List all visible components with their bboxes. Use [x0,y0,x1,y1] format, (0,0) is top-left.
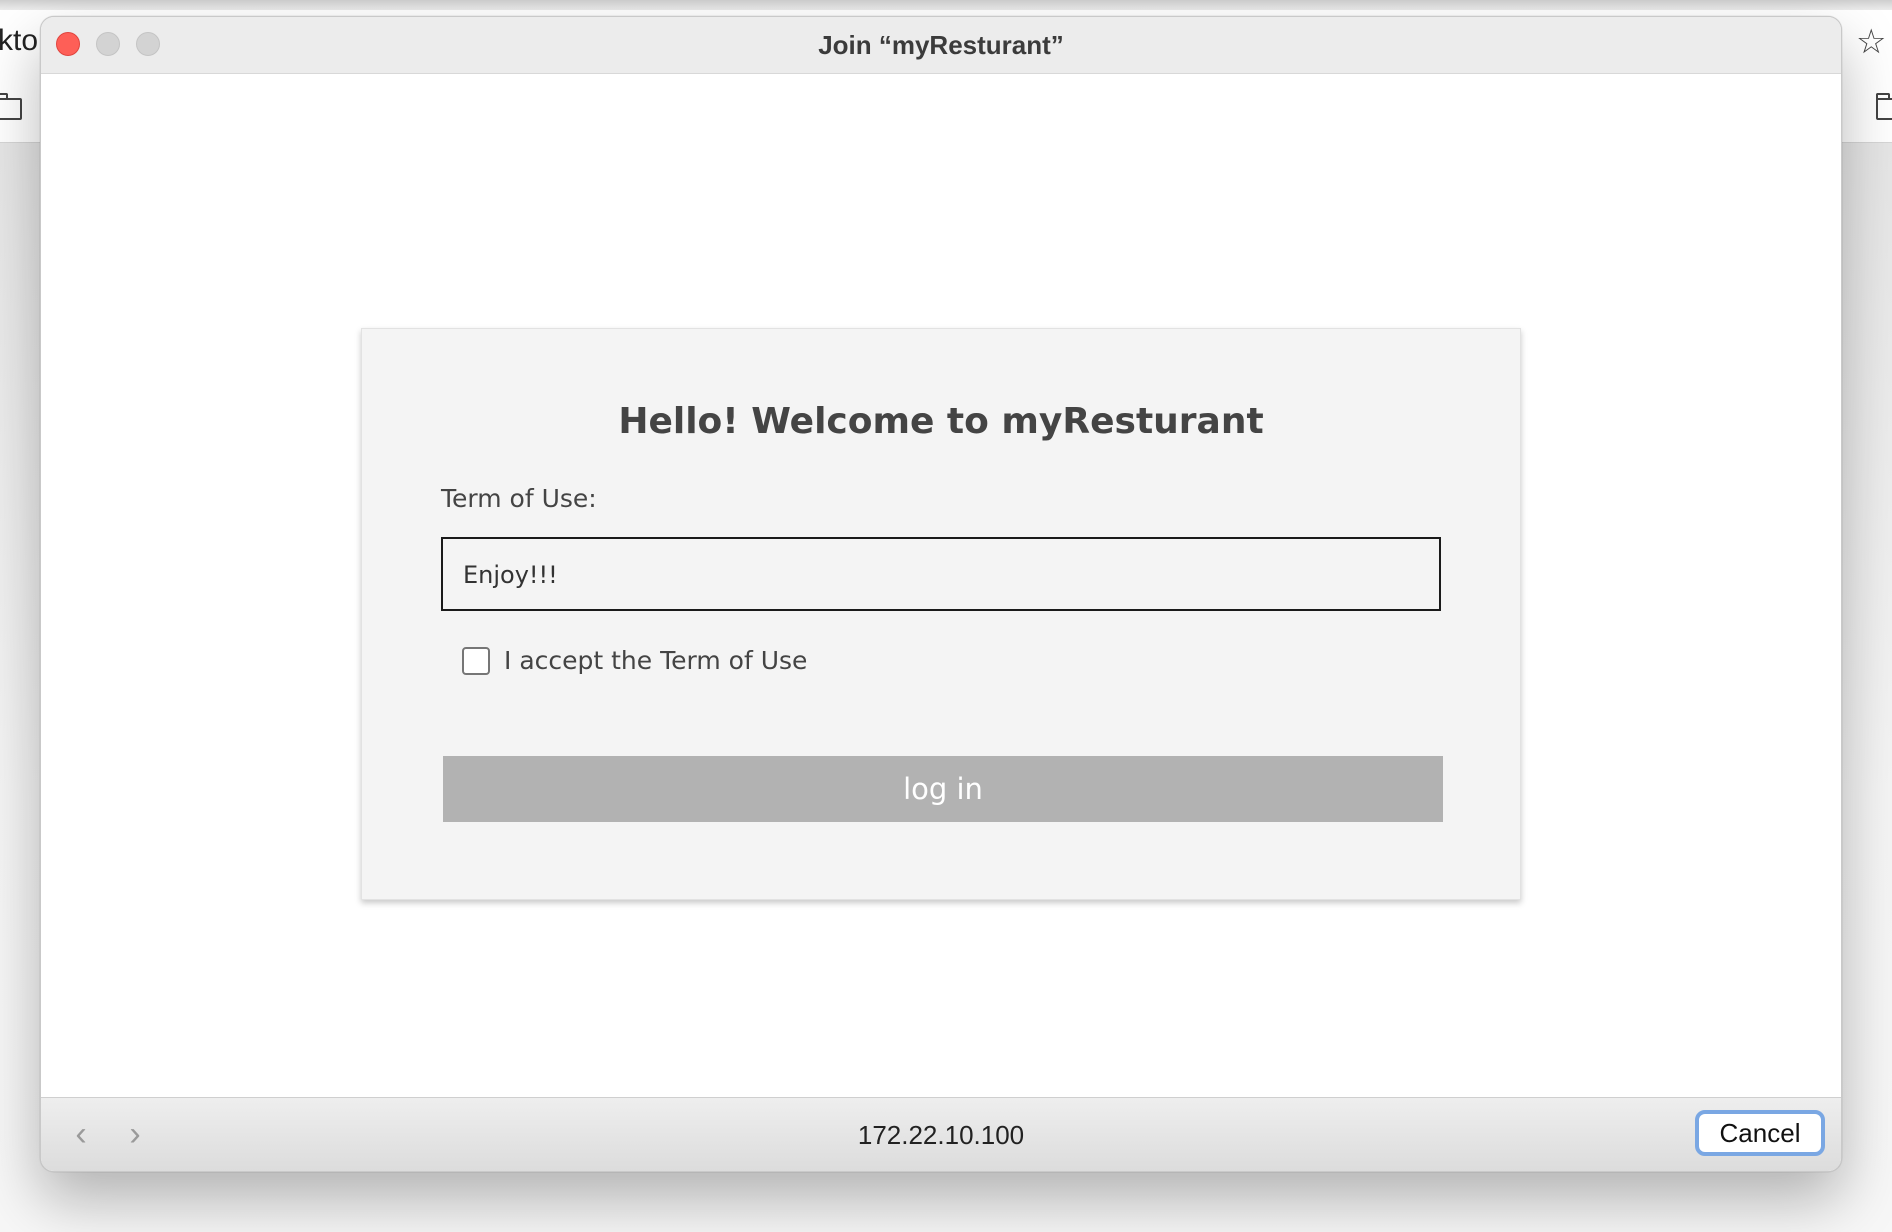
address-label: 172.22.10.100 [857,1120,1025,1150]
login-card: Hello! Welcome to myResturant Term of Us… [361,328,1521,900]
accept-terms-label[interactable]: I accept the Term of Use [504,646,807,675]
terms-text: Enjoy!!! [463,561,558,589]
folder-icon[interactable] [0,93,22,120]
folder-icon[interactable] [1876,93,1892,120]
terms-label: Term of Use: [441,484,597,513]
portal-content: Hello! Welcome to myResturant Term of Us… [41,74,1841,1112]
star-icon[interactable]: ☆ [1856,22,1886,62]
login-button[interactable]: log in [443,756,1443,822]
accept-terms-checkbox[interactable] [462,647,490,675]
title-bar: Join “myResturant” [41,17,1841,74]
bottom-bar: ‹ › 172.22.10.100 Cancel [41,1097,1841,1171]
welcome-heading: Hello! Welcome to myResturant [618,401,1264,442]
terms-of-use-box[interactable]: Enjoy!!! [441,537,1441,611]
cancel-button[interactable]: Cancel [1695,1110,1825,1156]
window-title: Join “myResturant” [818,30,1064,60]
captive-portal-window: Join “myResturant” Hello! Welcome to myR… [40,16,1842,1172]
